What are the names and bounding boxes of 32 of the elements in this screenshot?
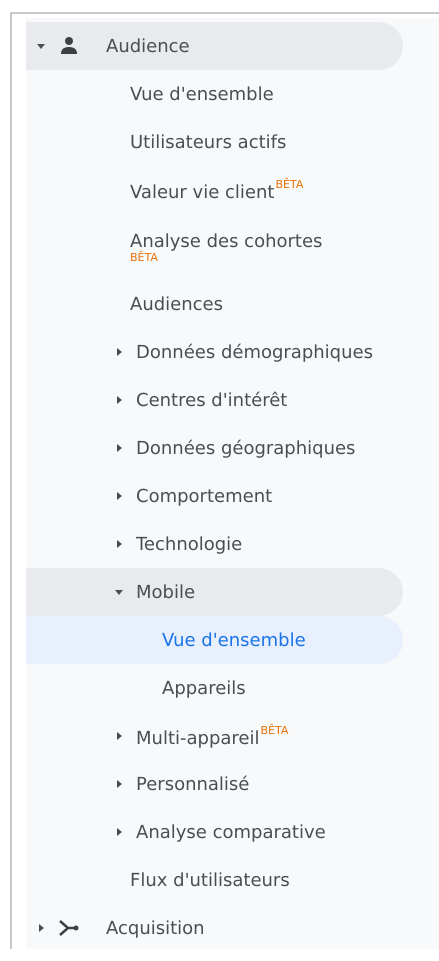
person-icon (58, 35, 80, 57)
nav-item[interactable]: Appareils (26, 664, 403, 712)
caret-icon (114, 395, 124, 405)
caret-icon (114, 731, 124, 741)
caret-icon (114, 827, 124, 837)
caret-icon (114, 443, 124, 453)
caret-icon (36, 41, 46, 51)
nav-item[interactable]: Audiences (26, 280, 403, 328)
nav-item[interactable]: Centres d'intérêt (26, 376, 403, 424)
nav-item[interactable]: Acquisition (26, 904, 403, 949)
caret-icon (114, 779, 124, 789)
nav-item[interactable]: Données démographiques (26, 328, 403, 376)
nav-item[interactable]: Personnalisé (26, 760, 403, 808)
nav-item[interactable]: Mobile (26, 568, 403, 616)
nav-item[interactable]: Technologie (26, 520, 403, 568)
nav-item[interactable]: Analyse comparative (26, 808, 403, 856)
caret-icon (114, 491, 124, 501)
nav-item[interactable]: Analyse des cohortes BÊTA (26, 214, 403, 280)
nav-item[interactable]: Vue d'ensemble (26, 616, 403, 664)
nav-item[interactable]: Audience (26, 22, 403, 70)
nav-item[interactable]: Données géographiques (26, 424, 403, 472)
caret-icon (114, 587, 124, 597)
caret-icon (36, 923, 46, 933)
nav-item[interactable]: Utilisateurs actifs (26, 118, 403, 166)
nav-item[interactable]: Vue d'ensemble (26, 70, 403, 118)
nav-item[interactable]: Comportement (26, 472, 403, 520)
caret-icon (114, 347, 124, 357)
nav-item[interactable]: Flux d'utilisateurs (26, 856, 403, 904)
caret-icon (114, 539, 124, 549)
nav-item[interactable]: Multi-appareil$^{BÊTA}$ (26, 712, 403, 760)
branch-icon (58, 917, 80, 939)
nav-item[interactable]: Valeur vie client$^{BÊTA}$ (26, 166, 403, 214)
